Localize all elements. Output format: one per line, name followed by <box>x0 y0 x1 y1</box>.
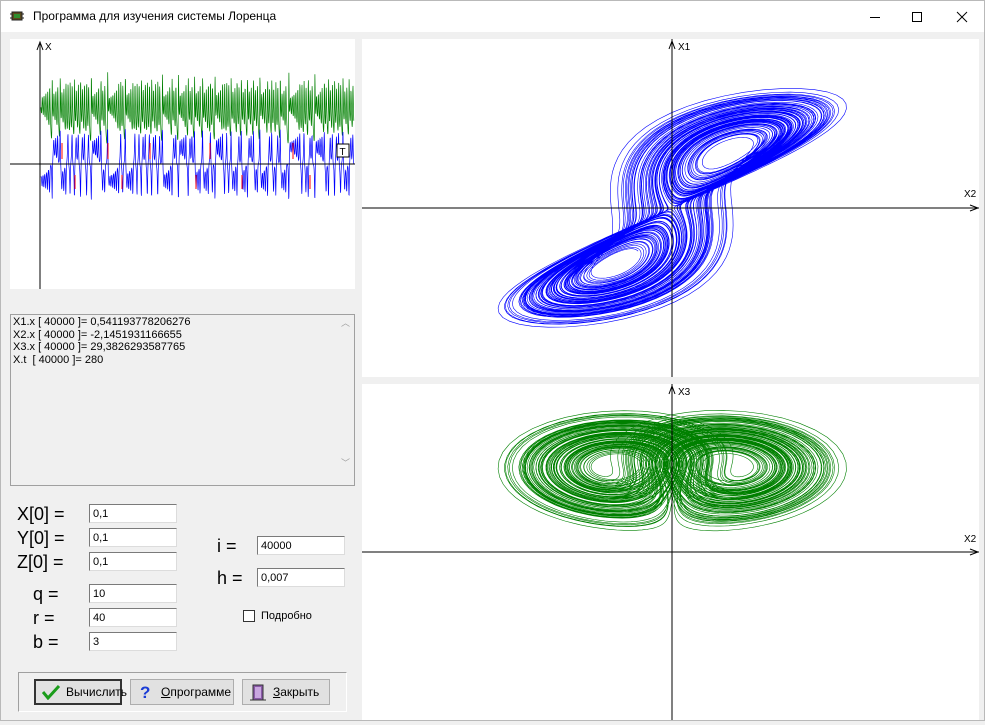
calculate-button-label: Вычислить <box>66 685 128 699</box>
detailed-checkbox-box[interactable] <box>243 610 255 622</box>
time-series-canvas: X T <box>10 40 355 289</box>
h-label: h = <box>217 568 243 588</box>
x0-label: X[0] = <box>17 504 65 524</box>
phase-plot-x2-x1: X1 X2 <box>362 39 980 377</box>
minimize-button[interactable] <box>852 1 898 32</box>
minimize-icon <box>870 16 880 18</box>
q-label: q = <box>33 584 59 604</box>
y0-label: Y[0] = <box>17 528 65 548</box>
scroll-up-icon[interactable]: ︿ <box>341 316 350 329</box>
output-line: X2.x [ 40000 ]= -2,1451931166655 <box>13 328 182 341</box>
close-icon <box>956 11 968 22</box>
time-series-plot: X T <box>10 39 355 289</box>
x3-series-line <box>40 72 355 144</box>
close-window-button[interactable] <box>939 1 985 32</box>
x1-axis-label: X1 <box>678 42 691 53</box>
scroll-down-icon[interactable]: ﹀ <box>341 456 350 469</box>
svg-text:?: ? <box>140 683 150 701</box>
checkmark-icon <box>42 683 60 701</box>
window-title: Программа для изучения системы Лоренца <box>33 9 277 23</box>
calculate-button[interactable]: Вычислить <box>34 679 127 705</box>
phase-plot-x2-x3-canvas: X3 X2 <box>362 384 980 720</box>
output-lines: X1.x [ 40000 ]= 0,541193778206276 X2.x [ … <box>13 316 335 366</box>
r-input[interactable] <box>89 608 177 627</box>
close-button-label: акрыть <box>280 685 320 699</box>
output-line: X3.x [ 40000 ]= 29,3826293587765 <box>13 341 186 353</box>
question-icon: ? <box>137 683 155 701</box>
phase-plot-x2-x3: X3 X2 <box>362 384 980 720</box>
about-button-label: программе <box>170 685 232 699</box>
i-input[interactable] <box>257 536 345 555</box>
time-marker-label: T <box>340 147 346 158</box>
about-button[interactable]: ? О программе <box>130 679 234 705</box>
title-bar: Программа для изучения системы Лоренца <box>1 1 984 32</box>
y0-input[interactable] <box>89 528 177 547</box>
x0-input[interactable] <box>89 504 177 523</box>
memo-scrollbar[interactable]: ︿ ﹀ <box>337 315 354 485</box>
x2-axis-top-label: X2 <box>964 189 977 200</box>
app-chip-icon <box>10 11 24 21</box>
q-input[interactable] <box>89 584 177 603</box>
r-label: r = <box>33 608 55 628</box>
x3-series-band <box>40 72 355 144</box>
output-memo[interactable]: X1.x [ 40000 ]= 0,541193778206276 X2.x [ … <box>10 314 355 486</box>
door-exit-icon <box>249 683 267 701</box>
h-input[interactable] <box>257 568 345 587</box>
i-label: i = <box>217 536 237 556</box>
maximize-icon <box>912 11 922 22</box>
phase-plot-x2-x1-canvas: X1 X2 <box>362 39 980 377</box>
app-window: Программа для изучения системы Лоренца X… <box>0 0 985 721</box>
detailed-checkbox-label: Подробно <box>261 610 312 622</box>
z0-label: Z[0] = <box>17 552 64 572</box>
x2-axis-bottom-label: X2 <box>964 534 977 545</box>
output-line: X1.x [ 40000 ]= 0,541193778206276 <box>13 316 191 328</box>
close-button-hotkey: З <box>273 685 281 699</box>
z0-input[interactable] <box>89 552 177 571</box>
x3-axis-label: X3 <box>678 387 691 398</box>
time-y-axis-label: X <box>45 42 52 53</box>
b-label: b = <box>33 632 59 652</box>
detailed-checkbox[interactable]: Подробно <box>243 610 312 622</box>
b-input[interactable] <box>89 632 177 651</box>
about-button-hotkey: О <box>161 685 171 699</box>
maximize-button[interactable] <box>894 1 940 32</box>
close-button[interactable]: Закрыть <box>242 679 330 705</box>
output-line: X.t [ 40000 ]= 280 <box>13 353 104 366</box>
